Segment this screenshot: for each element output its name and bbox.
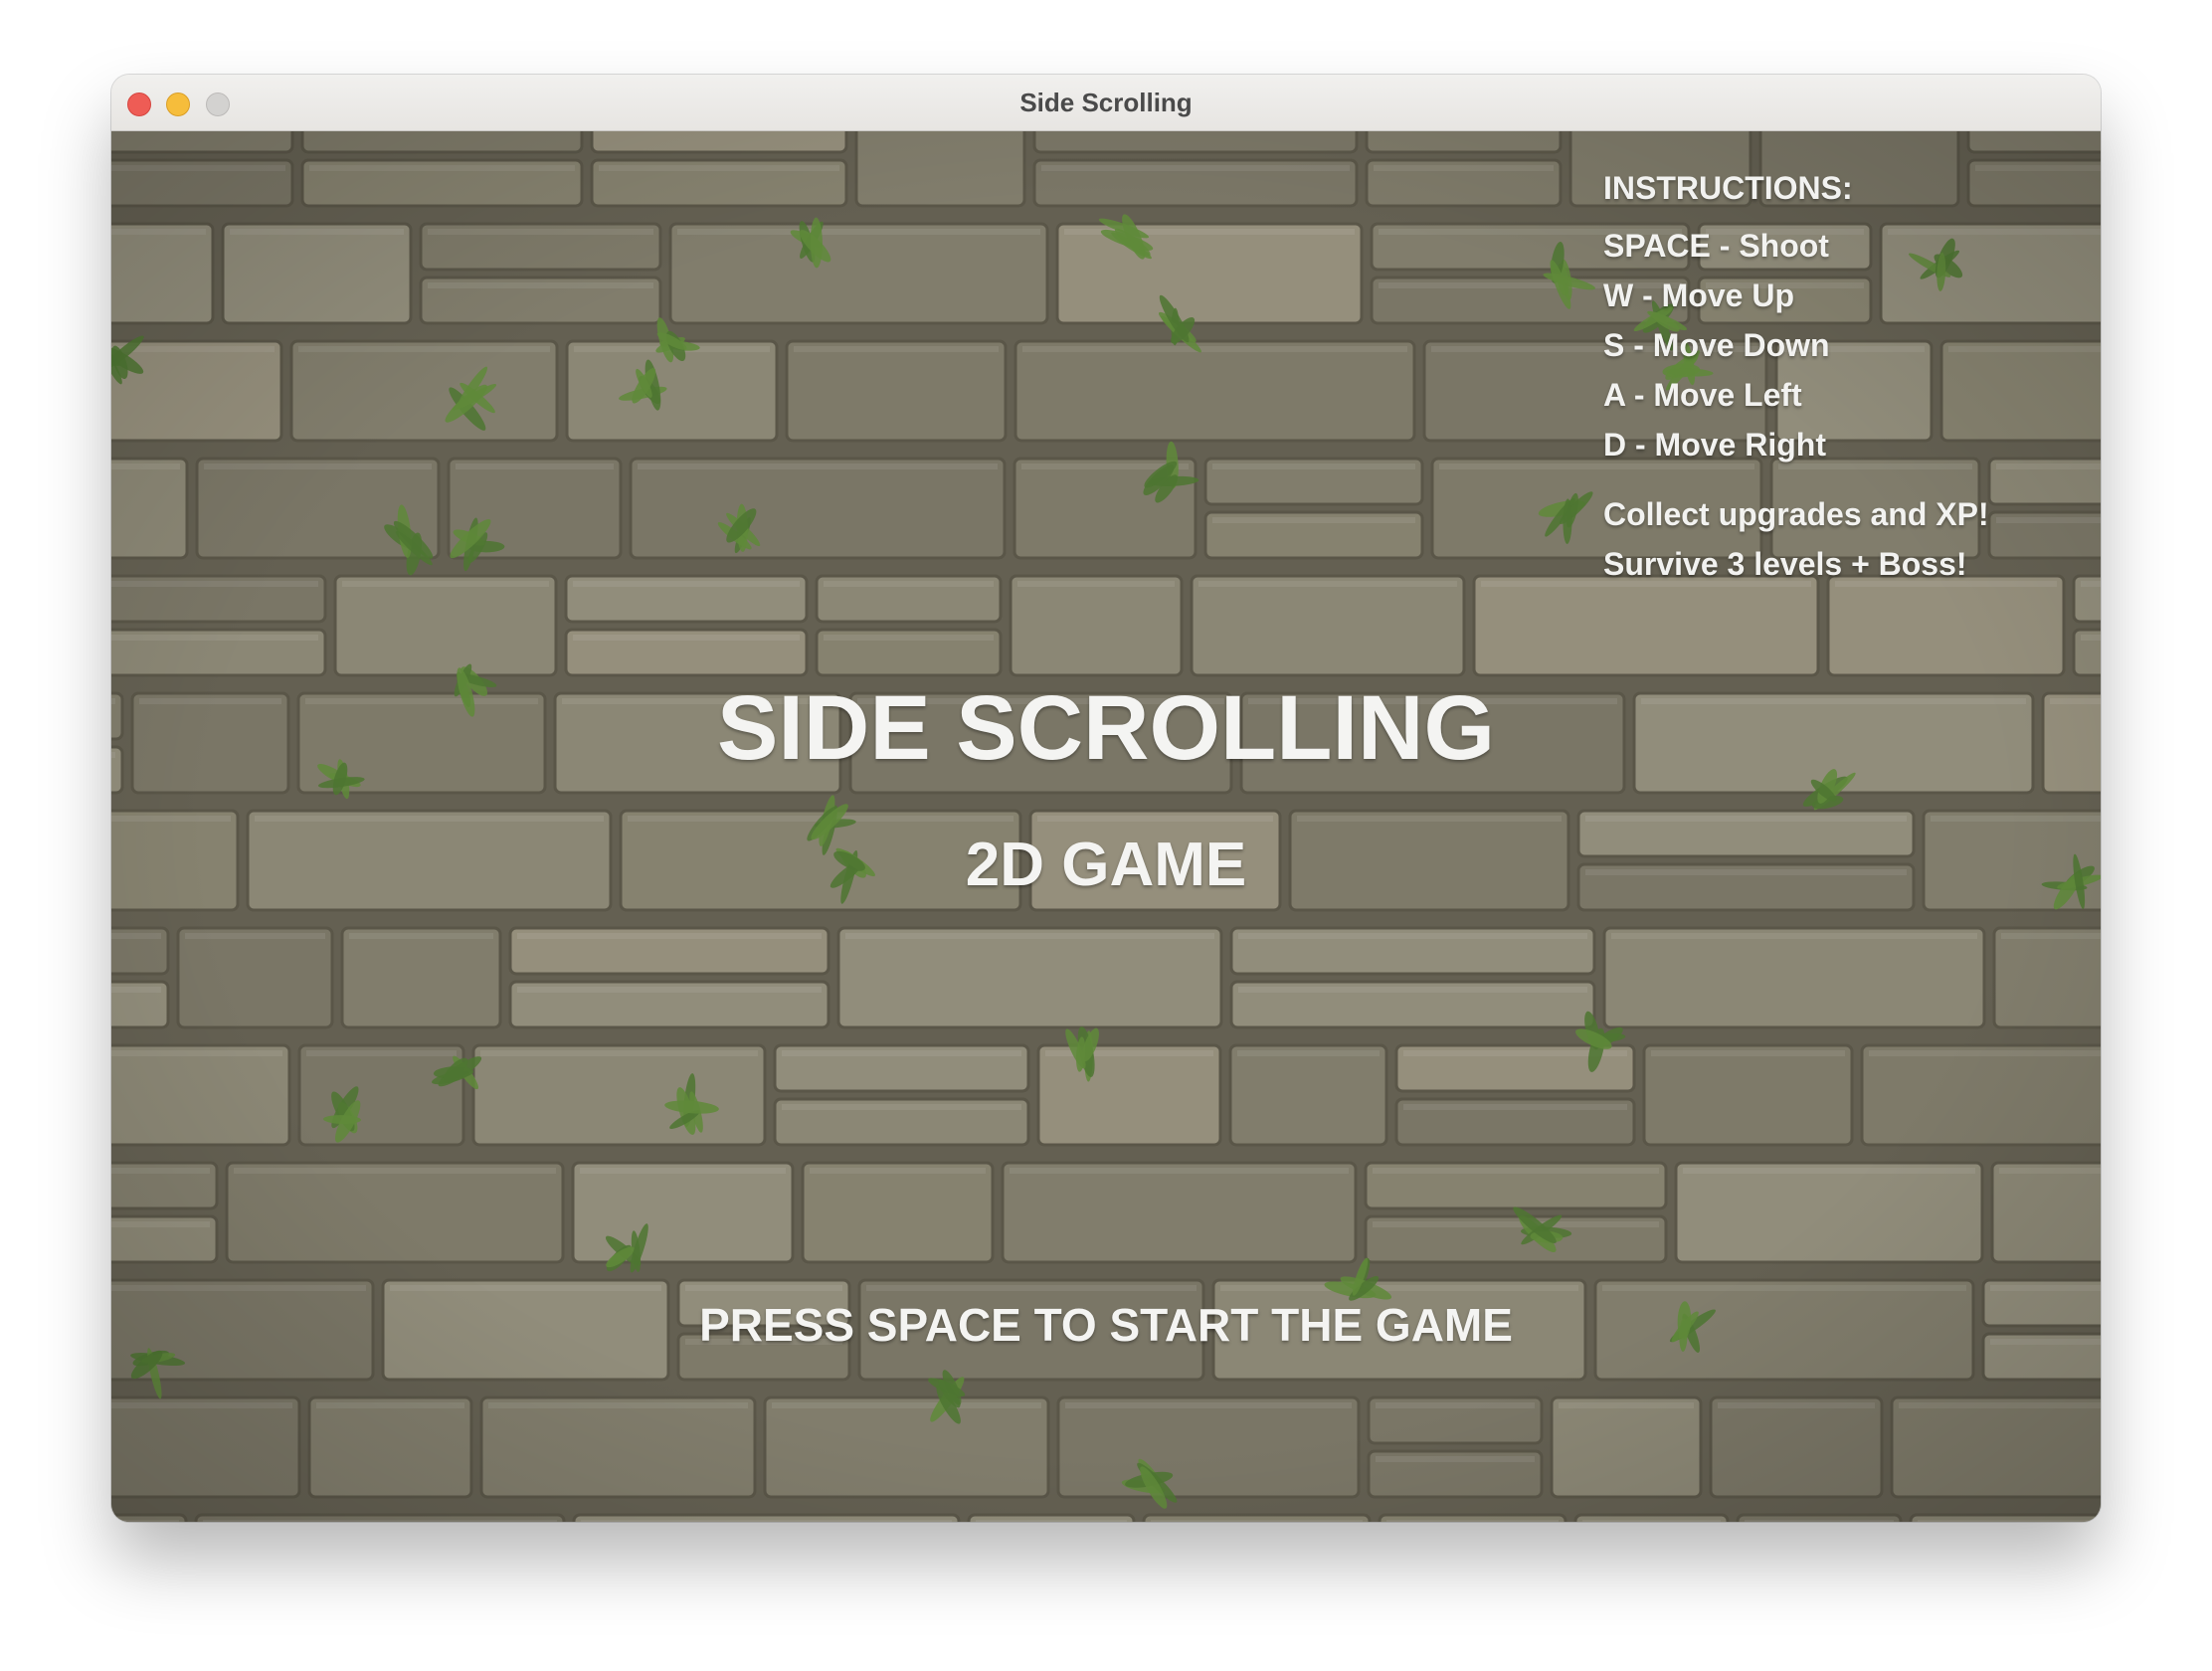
control-move-up: W - Move Up <box>1603 278 1794 313</box>
game-viewport[interactable]: INSTRUCTIONS: SPACE - Shoot W - Move Up … <box>111 131 2101 1522</box>
game-subtitle: 2D GAME <box>965 831 1247 899</box>
control-move-down: S - Move Down <box>1603 327 1830 363</box>
instructions-heading: INSTRUCTIONS: <box>1603 170 1853 206</box>
title-bar[interactable]: Side Scrolling <box>111 75 2101 131</box>
control-move-right: D - Move Right <box>1603 427 1826 463</box>
window-title: Side Scrolling <box>1019 88 1193 117</box>
note-collect-upgrades: Collect upgrades and XP! <box>1603 496 1989 532</box>
note-survive-levels: Survive 3 levels + Boss! <box>1603 546 1967 582</box>
instructions-panel: INSTRUCTIONS: SPACE - Shoot W - Move Up … <box>1603 163 1989 589</box>
control-move-left: A - Move Left <box>1603 377 1802 413</box>
app-window: Side Scrolling INSTRUCTIONS: SPACE - Sho… <box>111 75 2101 1522</box>
control-shoot: SPACE - Shoot <box>1603 228 1829 264</box>
start-prompt: PRESS SPACE TO START THE GAME <box>699 1299 1513 1351</box>
game-title: SIDE SCROLLING <box>716 677 1496 779</box>
